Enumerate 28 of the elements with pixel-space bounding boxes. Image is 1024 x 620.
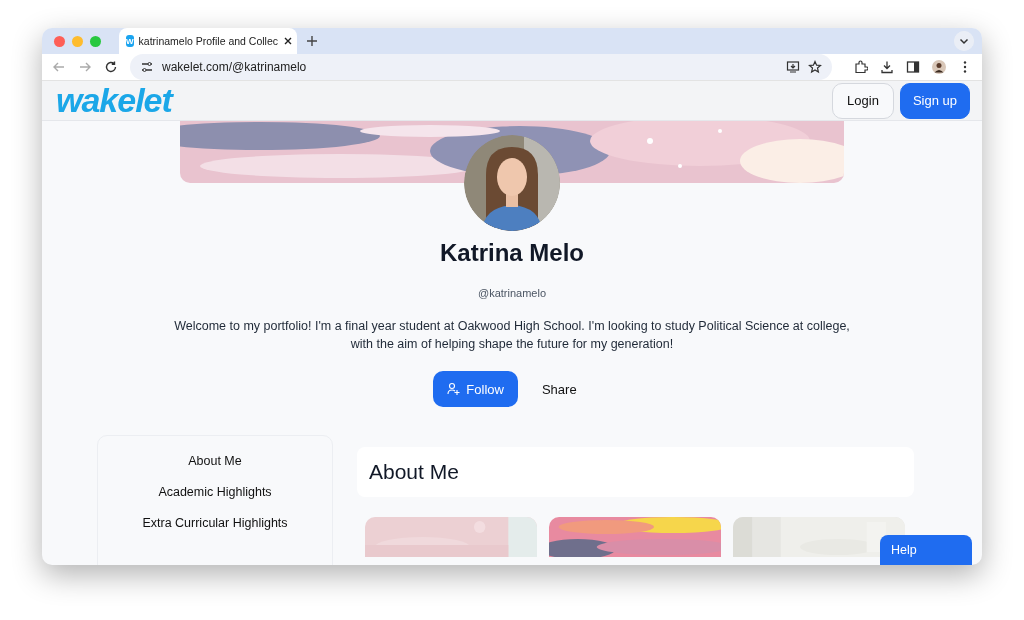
follow-button[interactable]: Follow — [433, 371, 518, 407]
sidebar-item[interactable]: Academic Highlights — [158, 485, 272, 499]
profile-avatar-icon[interactable] — [932, 60, 946, 74]
download-icon[interactable] — [880, 60, 894, 74]
side-panel-icon[interactable] — [906, 60, 920, 74]
browser-tab[interactable]: W katrinamelo Profile and Collec — [119, 28, 297, 54]
bookmark-star-icon[interactable] — [808, 60, 822, 74]
tab-title: katrinamelo Profile and Collec — [138, 35, 279, 47]
close-tab-icon[interactable] — [283, 36, 294, 46]
add-person-icon — [447, 382, 462, 396]
section-title: About Me — [369, 460, 459, 484]
help-button[interactable]: Help — [880, 535, 972, 565]
login-button[interactable]: Login — [832, 82, 894, 119]
puzzle-icon[interactable] — [854, 60, 868, 74]
site-settings-icon[interactable] — [140, 60, 154, 74]
address-bar[interactable]: wakelet.com/@katrinamelo — [130, 54, 832, 80]
tab-favicon: W — [126, 35, 134, 47]
sidebar-item[interactable]: About Me — [188, 454, 242, 468]
signup-button[interactable]: Sign up — [899, 82, 970, 119]
url-text: wakelet.com/@katrinamelo — [162, 60, 308, 74]
reload-icon[interactable] — [104, 60, 118, 74]
install-app-icon[interactable] — [786, 60, 800, 74]
sidebar-item[interactable]: Extra Curricular Highlights — [142, 516, 288, 530]
profile-bio: Welcome to my portfolio! I'm a final year student at Oakwood High School. I'm looking to study Political Science at college, with the aim of helping shape the future for my generation! — [173, 318, 851, 353]
profile-handle: @katrinamelo — [478, 287, 546, 299]
share-button[interactable]: Share — [527, 371, 591, 407]
profile-name: Katrina Melo — [440, 239, 584, 267]
new-tab-icon[interactable] — [305, 34, 319, 48]
